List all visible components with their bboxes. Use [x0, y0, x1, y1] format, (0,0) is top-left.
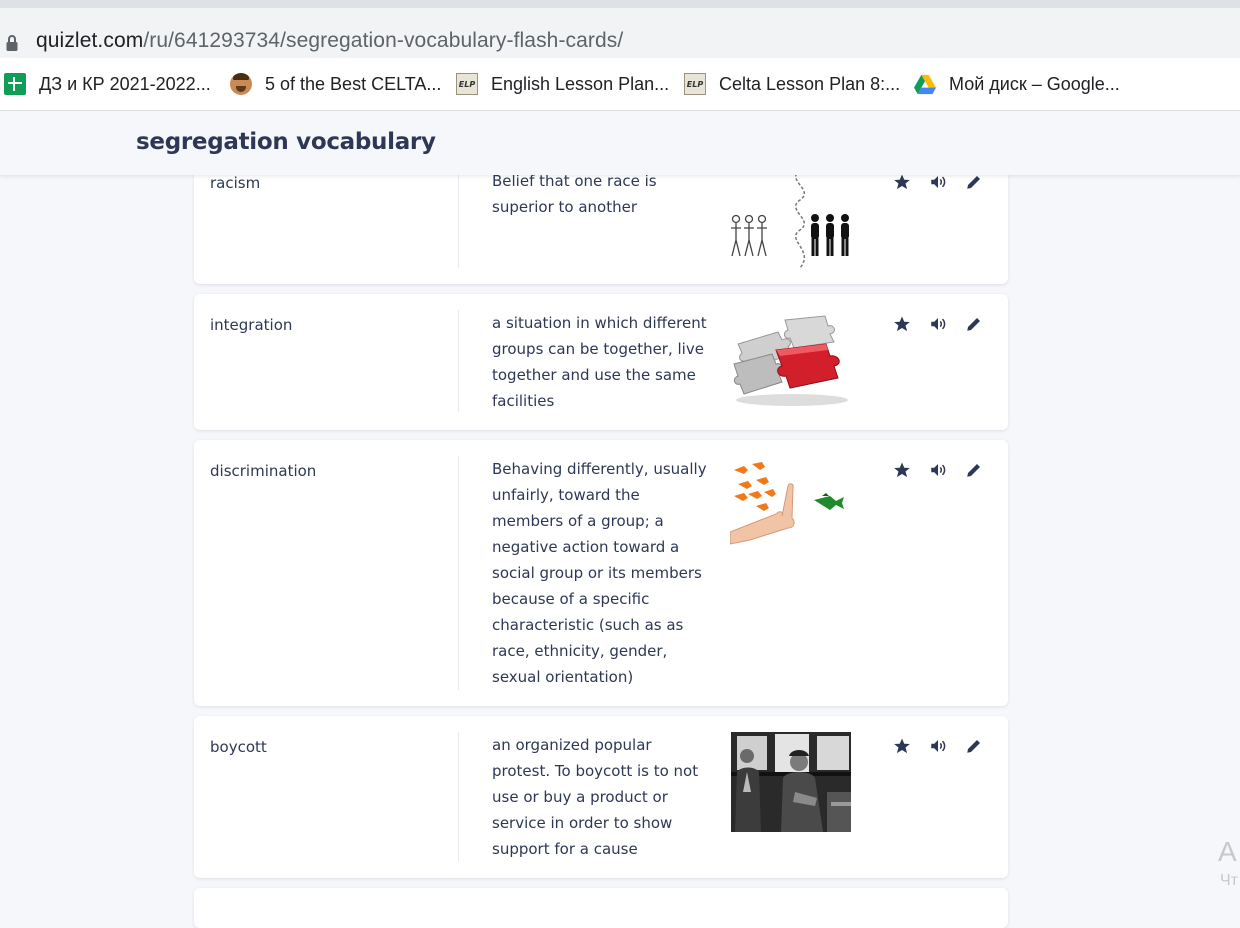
term-card: discrimination Behaving differently, usu… [194, 440, 1008, 706]
definition-line: superior to another [492, 198, 638, 216]
star-icon[interactable] [892, 172, 912, 192]
term-text: racism [210, 174, 261, 192]
watermark-letter: A [1218, 836, 1237, 867]
definition-text: Belief that one race is superior to anot… [492, 168, 707, 220]
audio-icon[interactable] [928, 172, 948, 192]
card-actions [892, 172, 1000, 192]
term-card: integration a situation in which differe… [194, 294, 1008, 430]
definition-line: protest. To boycott is to not [492, 762, 699, 780]
definition-line: use or buy a product or [492, 788, 668, 806]
definition-line: members of a group; a [492, 512, 664, 530]
definition-line: support for a cause [492, 840, 638, 858]
puzzle-pieces-illustration [733, 315, 848, 406]
watermark-sub: Чт [1220, 872, 1238, 889]
page-title: segregation vocabulary [136, 129, 436, 155]
term-text: integration [210, 316, 293, 334]
term-text: discrimination [210, 462, 317, 480]
card-actions [892, 736, 1000, 756]
definition-line: unfairly, toward the [492, 486, 640, 504]
card-divider [458, 170, 459, 268]
goldfish-hand-illustration [730, 462, 844, 545]
definition-line: negative action toward a [492, 538, 680, 556]
bus-photo [731, 732, 851, 832]
definition-line: an organized popular [492, 736, 652, 754]
definition-line: groups can be together, live [492, 340, 704, 358]
term-card [194, 888, 1008, 928]
definition-line: a situation in which different [492, 314, 707, 332]
card-divider [458, 732, 459, 862]
racism-illustration [731, 170, 849, 269]
definition-text: a situation in which different groups ca… [492, 310, 707, 414]
audio-icon[interactable] [928, 314, 948, 334]
definition-line: because of a specific [492, 590, 650, 608]
definition-line: sexual orientation) [492, 668, 634, 686]
definition-text: Behaving differently, usually unfairly, … [492, 456, 707, 690]
definition-line: social group or its members [492, 564, 702, 582]
term-card: boycott an organized popular protest. To… [194, 716, 1008, 878]
definition-line: characteristic (such as as [492, 616, 684, 634]
edit-icon[interactable] [964, 736, 984, 756]
audio-icon[interactable] [928, 460, 948, 480]
card-actions [892, 314, 1000, 334]
card-divider [458, 310, 459, 412]
definition-line: Behaving differently, usually [492, 460, 707, 478]
definition-line: race, ethnicity, gender, [492, 642, 668, 660]
definition-line: together and use the same [492, 366, 696, 384]
set-header: segregation vocabulary [0, 111, 1240, 175]
star-icon[interactable] [892, 460, 912, 480]
definition-line: service in order to show [492, 814, 673, 832]
star-icon[interactable] [892, 314, 912, 334]
term-text: boycott [210, 738, 267, 756]
card-actions [892, 460, 1000, 480]
edit-icon[interactable] [964, 314, 984, 334]
definition-text: an organized popular protest. To boycott… [492, 732, 707, 862]
edit-icon[interactable] [964, 172, 984, 192]
star-icon[interactable] [892, 736, 912, 756]
definition-line: facilities [492, 392, 555, 410]
card-divider [458, 456, 459, 690]
edit-icon[interactable] [964, 460, 984, 480]
audio-icon[interactable] [928, 736, 948, 756]
